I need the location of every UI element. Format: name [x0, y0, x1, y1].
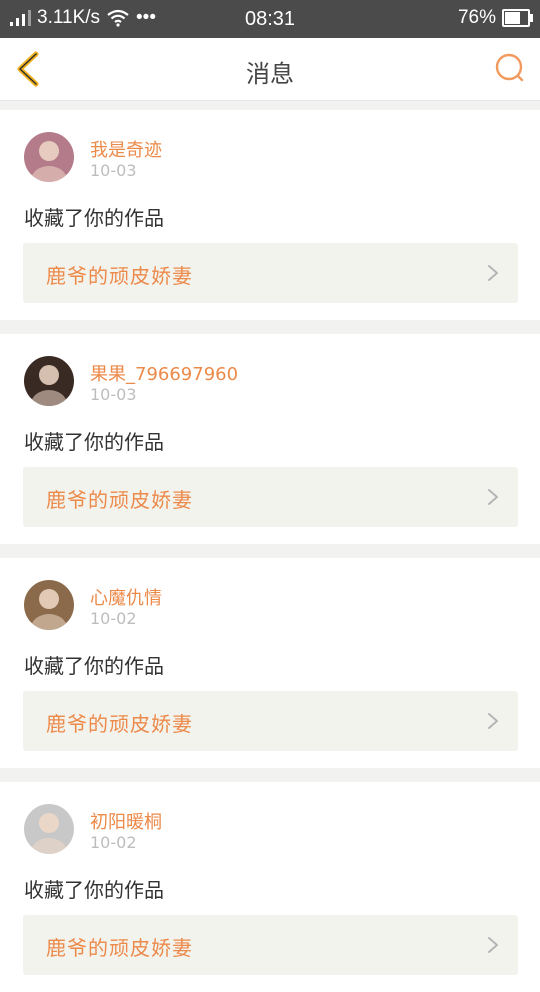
battery-fill [505, 12, 520, 24]
message-action-text: 收藏了你的作品 [24, 654, 164, 678]
work-title: 鹿爷的顽皮娇妻 [46, 936, 193, 960]
username[interactable]: 心魔仇情 [90, 584, 162, 610]
avatar[interactable] [24, 132, 74, 182]
status-right: 76% [457, 7, 533, 29]
work-link[interactable]: 鹿爷的顽皮娇妻 [23, 243, 518, 303]
page-title: 消息 [246, 60, 294, 88]
message-date: 10-02 [90, 833, 137, 852]
message-card: 心魔仇情 10-02 收藏了你的作品 鹿爷的顽皮娇妻 [0, 558, 540, 768]
work-title: 鹿爷的顽皮娇妻 [46, 712, 193, 736]
search-icon[interactable] [492, 50, 528, 86]
message-date: 10-03 [90, 385, 137, 404]
username[interactable]: 果果_796697960 [90, 360, 238, 386]
message-date: 10-03 [90, 161, 137, 180]
avatar[interactable] [24, 580, 74, 630]
work-link[interactable]: 鹿爷的顽皮娇妻 [23, 467, 518, 527]
avatar[interactable] [24, 356, 74, 406]
chevron-right-icon [488, 713, 498, 729]
work-title: 鹿爷的顽皮娇妻 [46, 264, 193, 288]
username[interactable]: 初阳暖桐 [90, 808, 162, 834]
work-link[interactable]: 鹿爷的顽皮娇妻 [23, 915, 518, 975]
message-action-text: 收藏了你的作品 [24, 206, 164, 230]
chevron-right-icon [488, 265, 498, 281]
username[interactable]: 我是奇迹 [90, 136, 162, 162]
avatar[interactable] [24, 804, 74, 854]
work-link[interactable]: 鹿爷的顽皮娇妻 [23, 691, 518, 751]
message-card: 我是奇迹 10-03 收藏了你的作品 鹿爷的顽皮娇妻 [0, 110, 540, 320]
header-bar: 消息 [0, 38, 540, 101]
message-card: 初阳暖桐 10-02 收藏了你的作品 鹿爷的顽皮娇妻 [0, 782, 540, 992]
work-title: 鹿爷的顽皮娇妻 [46, 488, 193, 512]
battery-icon [502, 9, 533, 27]
battery-percent: 76% [457, 7, 496, 28]
message-date: 10-02 [90, 609, 137, 628]
status-bar: 3.11K/s ••• 08:31 76% [0, 0, 540, 38]
chevron-right-icon [488, 937, 498, 953]
chevron-right-icon [488, 489, 498, 505]
message-action-text: 收藏了你的作品 [24, 430, 164, 454]
message-action-text: 收藏了你的作品 [24, 878, 164, 902]
message-card: 果果_796697960 10-03 收藏了你的作品 鹿爷的顽皮娇妻 [0, 334, 540, 544]
